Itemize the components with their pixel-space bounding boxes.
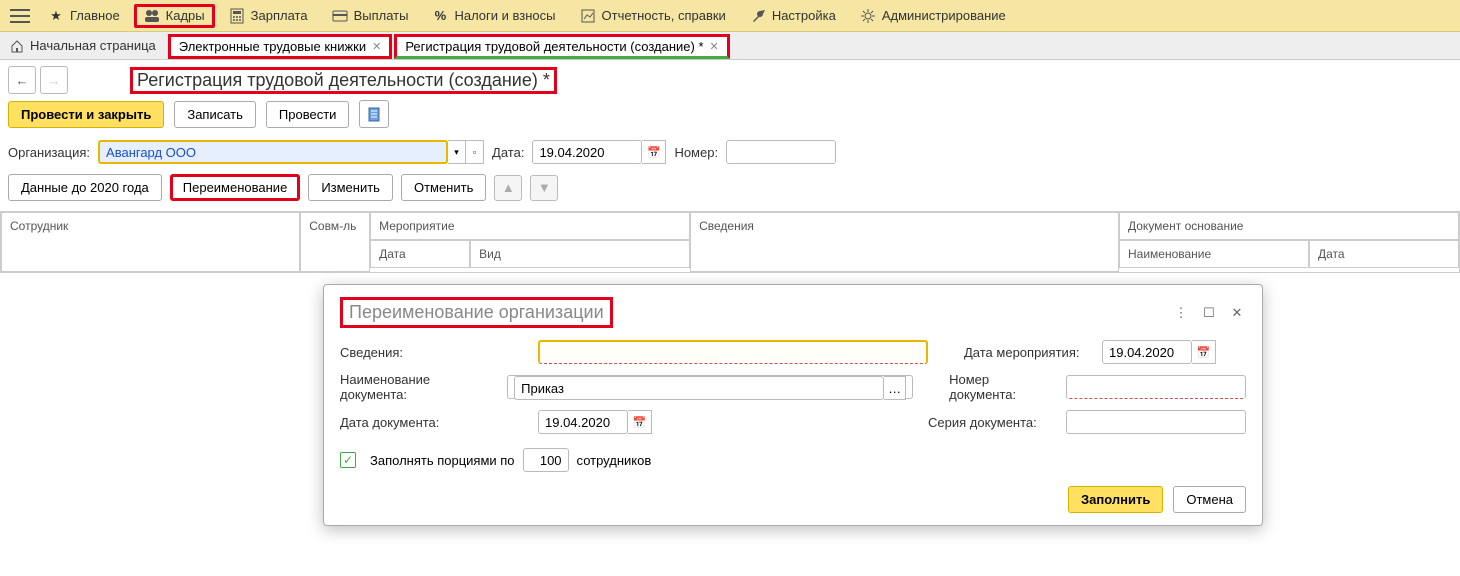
forward-button[interactable]: → <box>40 66 68 94</box>
menu-label: Настройка <box>772 8 836 23</box>
save-button[interactable]: Записать <box>174 101 256 128</box>
menu-admin[interactable]: Администрирование <box>850 4 1016 28</box>
col-sovm: Совм-ль <box>300 212 370 272</box>
people-icon <box>144 8 160 24</box>
open-icon[interactable]: ▫ <box>466 140 484 164</box>
burger-icon[interactable] <box>10 9 30 23</box>
toolbar: Провести и закрыть Записать Провести <box>0 100 1460 136</box>
sved-input[interactable] <box>538 340 928 364</box>
gear-icon <box>860 8 876 24</box>
edit-button[interactable]: Изменить <box>308 174 393 201</box>
maximize-icon[interactable]: ☐ <box>1200 305 1218 321</box>
batch-checkbox[interactable]: ✓ <box>340 452 356 468</box>
number-label: Номер: <box>674 145 718 160</box>
move-up-button[interactable]: ▲ <box>494 175 522 201</box>
calendar-icon[interactable]: 📅 <box>628 410 652 434</box>
col-docdate: Дата <box>1309 240 1459 268</box>
more-icon[interactable]: ⋮ <box>1172 305 1190 321</box>
menu-main[interactable]: ★ Главное <box>38 4 130 28</box>
form-row: Организация: ▾ ▫ Дата: 📅 Номер: <box>0 136 1460 168</box>
employee-table: Сотрудник Совм-ль Мероприятие Дата Вид С… <box>0 211 1460 273</box>
percent-icon: % <box>432 8 448 24</box>
col-event: Мероприятие <box>370 212 690 240</box>
menu-label: Администрирование <box>882 8 1006 23</box>
fill-button[interactable]: Заполнить <box>1068 486 1163 513</box>
document-icon-button[interactable] <box>359 100 389 128</box>
docseries-input[interactable] <box>1066 410 1246 434</box>
docseries-label: Серия документа: <box>928 415 1058 430</box>
main-menu: ★ Главное Кадры Зарплата Выплаты % Налог… <box>0 0 1460 32</box>
proceed-close-button[interactable]: Провести и закрыть <box>8 101 164 128</box>
back-button[interactable]: ← <box>8 66 36 94</box>
data-2020-button[interactable]: Данные до 2020 года <box>8 174 162 201</box>
menu-label: Налоги и взносы <box>454 8 555 23</box>
page-title: Регистрация трудовой деятельности (созда… <box>130 67 557 94</box>
event-date-label: Дата мероприятия: <box>964 345 1094 360</box>
dialog-title: Переименование организации <box>340 297 613 328</box>
menu-kadry[interactable]: Кадры <box>134 4 215 28</box>
sved-label: Сведения: <box>340 345 530 360</box>
number-input[interactable] <box>726 140 836 164</box>
calculator-icon <box>229 8 245 24</box>
batch-label-post: сотрудников <box>577 453 652 468</box>
menu-label: Кадры <box>166 8 205 23</box>
menu-vyplaty[interactable]: Выплаты <box>322 4 419 28</box>
close-icon[interactable]: ✕ <box>372 40 381 53</box>
docname-input[interactable] <box>514 376 884 400</box>
menu-nalogi[interactable]: % Налоги и взносы <box>422 4 565 28</box>
col-employee: Сотрудник <box>1 212 300 272</box>
action-row: Данные до 2020 года Переименование Измен… <box>0 168 1460 207</box>
menu-otchetnost[interactable]: Отчетность, справки <box>570 4 736 28</box>
dialog-cancel-button[interactable]: Отмена <box>1173 486 1246 513</box>
menu-label: Отчетность, справки <box>602 8 726 23</box>
tabs-row: Начальная страница Электронные трудовые … <box>0 32 1460 60</box>
col-info: Сведения <box>690 212 1119 272</box>
proceed-button[interactable]: Провести <box>266 101 350 128</box>
menu-label: Зарплата <box>251 8 308 23</box>
menu-zarplata[interactable]: Зарплата <box>219 4 318 28</box>
close-icon[interactable]: ✕ <box>1228 305 1246 321</box>
tab-label: Электронные трудовые книжки <box>179 39 366 54</box>
dropdown-icon[interactable]: ▾ <box>448 140 466 164</box>
rename-button[interactable]: Переименование <box>170 174 301 201</box>
docnum-label: Номер документа: <box>949 372 1058 402</box>
docdate-label: Дата документа: <box>340 415 530 430</box>
col-docbase: Документ основание <box>1119 212 1459 240</box>
calendar-icon[interactable]: 📅 <box>642 140 666 164</box>
calendar-icon[interactable]: 📅 <box>1192 340 1216 364</box>
star-icon: ★ <box>48 8 64 24</box>
col-docname: Наименование <box>1119 240 1309 268</box>
report-icon <box>580 8 596 24</box>
menu-label: Главное <box>70 8 120 23</box>
rename-dialog: Переименование организации ⋮ ☐ ✕ Сведени… <box>323 284 1263 526</box>
tab-home[interactable]: Начальная страница <box>0 32 166 59</box>
docname-label: Наименование документа: <box>340 372 499 402</box>
tab-etk[interactable]: Электронные трудовые книжки ✕ <box>168 34 393 59</box>
batch-size-input[interactable] <box>523 448 569 472</box>
col-event-type: Вид <box>470 240 690 268</box>
table-header: Сотрудник Совм-ль Мероприятие Дата Вид С… <box>1 212 1459 272</box>
title-row: ← → Регистрация трудовой деятельности (с… <box>0 60 1460 100</box>
col-event-date: Дата <box>370 240 470 268</box>
home-icon <box>10 39 24 53</box>
org-label: Организация: <box>8 145 90 160</box>
tab-label: Начальная страница <box>30 38 156 53</box>
docnum-input[interactable] <box>1066 375 1246 399</box>
menu-label: Выплаты <box>354 8 409 23</box>
tab-registration[interactable]: Регистрация трудовой деятельности (созда… <box>394 34 729 59</box>
date-label: Дата: <box>492 145 524 160</box>
wallet-icon <box>332 8 348 24</box>
menu-nastroyka[interactable]: Настройка <box>740 4 846 28</box>
close-icon[interactable]: ✕ <box>710 40 719 53</box>
org-input[interactable] <box>98 140 448 164</box>
wrench-icon <box>750 8 766 24</box>
batch-label-pre: Заполнять порциями по <box>370 453 515 468</box>
event-date-input[interactable] <box>1102 340 1192 364</box>
select-icon[interactable]: … <box>884 376 906 400</box>
docdate-input[interactable] <box>538 410 628 434</box>
move-down-button[interactable]: ▼ <box>530 175 558 201</box>
date-input[interactable] <box>532 140 642 164</box>
tab-label: Регистрация трудовой деятельности (созда… <box>405 39 703 54</box>
cancel-button[interactable]: Отменить <box>401 174 486 201</box>
